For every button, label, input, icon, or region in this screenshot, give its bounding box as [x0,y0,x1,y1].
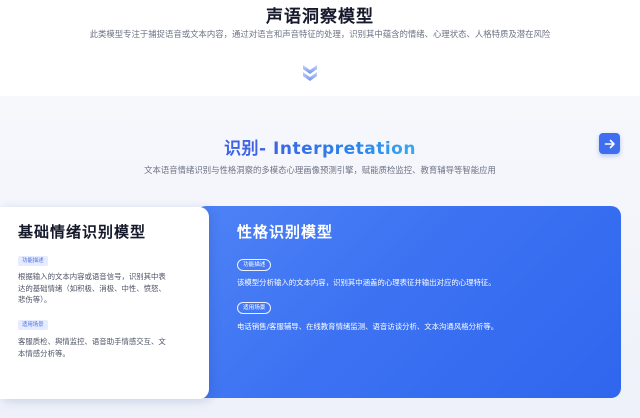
section-title-cn: 识别- [224,139,267,159]
basic-func-text: 根据输入的文本内容或语音信号，识别其中表 达的基础情绪（如积极、消极、中性、愤怒… [18,271,190,306]
personality-scene-text: 电话销售/客服辅导、在线教育情绪监测、语音访谈分析、文本沟通风格分析等。 [237,322,499,331]
next-button[interactable] [599,133,620,154]
basic-func-line: 达的基础情绪（如积极、消极、中性、愤怒、 [18,283,166,293]
personality-scene-tag: 适用场景 [237,302,272,314]
section-description: 文本语音情绪识别与性格洞察的多模态心理画像预测引擎，赋能质检监控、教育辅导等智能… [144,165,496,175]
model-category-description: 此类模型专注于捕捉语音或文本内容，通过对语言和声音特征的处理，识别其中蕴含的情绪… [89,29,551,39]
basic-scene-text: 客服质检、舆情监控、语音助手情感交互、文 本情感分析等。 [18,336,190,359]
arrow-right-icon [604,139,615,148]
basic-func-line: 悲伤等）。 [18,295,52,304]
double-chevron-down-icon[interactable] [300,62,320,86]
basic-card-title: 基础情绪识别模型 [18,223,147,241]
section-title-en: Interpretation [266,139,416,159]
basic-scene-line: 本情感分析等。 [18,348,70,358]
section-title: 识别- Interpretation [0,134,640,159]
personality-func-text: 该模型分析输入的文本内容，识别其中涵盖的心理表征并输出对应的心理特征。 [237,278,496,287]
personality-func-tag: 功能描述 [237,259,272,271]
model-category-title: 声语洞察模型 [266,7,374,27]
basic-scene-line: 客服质检、舆情监控、语音助手情感交互、文 [18,337,166,346]
personality-card-title: 性格识别模型 [237,223,334,241]
basic-func-line: 根据输入的文本内容或语音信号，识别其中表 [18,272,166,281]
basic-scene-tag: 适用场景 [18,320,48,330]
basic-func-tag: 功能描述 [18,256,48,266]
